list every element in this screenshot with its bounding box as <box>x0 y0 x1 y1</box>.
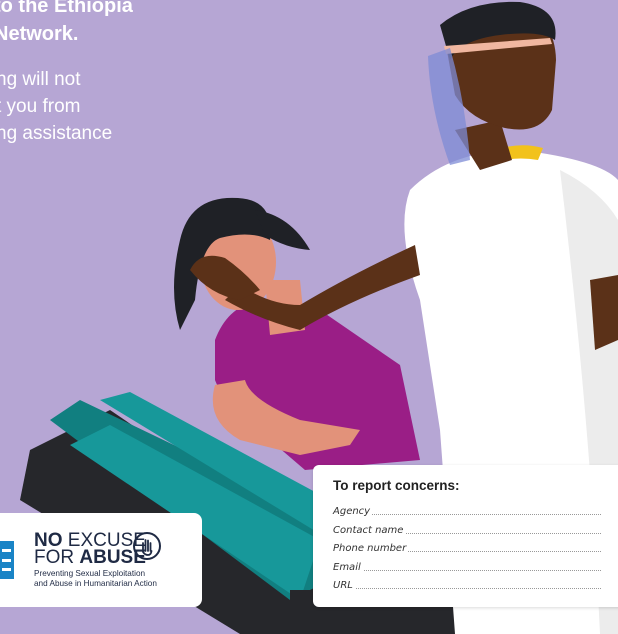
no-excuse-for-abuse-badge: NO EXCUSE FOR ABUSE Preventing Sexual Ex… <box>0 513 202 607</box>
url-label: URL <box>333 580 355 591</box>
patient-figure <box>174 197 420 470</box>
agency-field: Agency <box>333 501 601 519</box>
un-emblem-icon <box>0 541 14 579</box>
contact-name-field: Contact name <box>333 520 601 538</box>
field-line <box>333 588 601 589</box>
badge-subtitle-line-1: Preventing Sexual Exploitation <box>34 569 146 578</box>
report-concerns-card: To report concerns: Agency Contact name … <box>313 465 618 607</box>
agency-label: Agency <box>333 506 373 517</box>
report-concerns-title: To report concerns: <box>333 478 460 493</box>
badge-subtitle-line-2: and Abuse in Humanitarian Action <box>34 579 157 588</box>
url-field: URL <box>333 575 601 593</box>
field-line <box>333 570 601 571</box>
badge-title-line-2: FOR ABUSE <box>34 548 146 567</box>
phone-number-label: Phone number <box>333 543 409 554</box>
field-line <box>333 514 601 515</box>
email-field: Email <box>333 557 601 575</box>
phone-number-field: Phone number <box>333 538 601 556</box>
stop-hand-icon <box>133 532 161 560</box>
badge-for-word: FOR <box>34 547 80 568</box>
badge-subtitle: Preventing Sexual Exploitation and Abuse… <box>34 569 157 589</box>
contact-name-label: Contact name <box>333 525 406 536</box>
email-label: Email <box>333 562 363 573</box>
